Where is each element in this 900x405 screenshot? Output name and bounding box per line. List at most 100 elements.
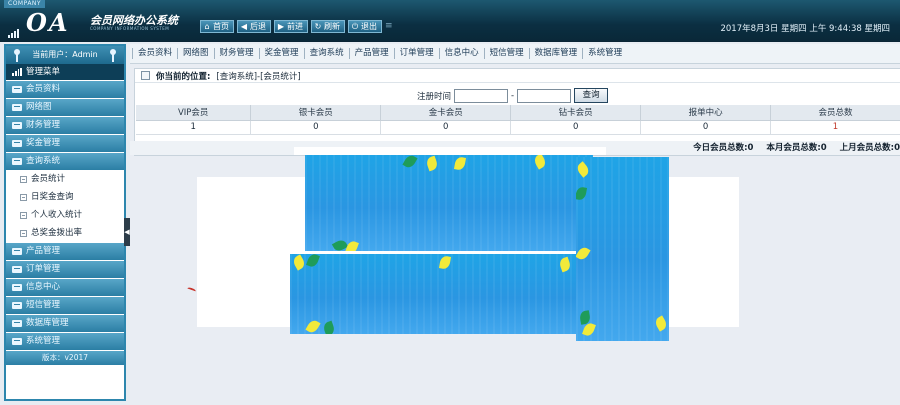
folder-icon xyxy=(12,86,22,93)
menu-item-orders[interactable]: 订单管理 xyxy=(6,261,124,278)
summary-last-month: 上月会员总数:0 xyxy=(839,143,900,153)
menu-item-query-system[interactable]: 查询系统 xyxy=(6,153,124,170)
version-label: 版本：v2017 xyxy=(6,351,124,365)
forward-button[interactable]: ▶ 前进 xyxy=(274,20,308,33)
folder-icon xyxy=(12,320,22,327)
signal-bars-icon xyxy=(8,28,22,38)
column-header: 钻卡会员 xyxy=(510,105,642,121)
logout-button[interactable]: ⏻ 退出 xyxy=(348,20,382,33)
submenu-daily-bonus[interactable]: 日奖金查询 xyxy=(6,188,124,206)
logo: OA 会员网络办公系统 COMPANY INFORMATION SYSTEM xyxy=(8,8,188,38)
end-date-input[interactable] xyxy=(517,88,572,103)
table-header-row: VIP会员 银卡会员 金卡会员 钻卡会员 报单中心 会员总数 xyxy=(136,105,900,121)
document-icon xyxy=(20,175,27,183)
overlay-strip xyxy=(294,147,606,155)
column-header: 报单中心 xyxy=(640,105,772,121)
forward-label: 前进 xyxy=(287,22,303,31)
home-icon: ⌂ xyxy=(204,21,210,31)
company-tag: COMPANY xyxy=(4,0,46,8)
menu-item-network-chart[interactable]: 网络图 xyxy=(6,99,124,116)
menu-title: 管理菜单 xyxy=(26,67,61,77)
menu-lines-icon: ≡ xyxy=(385,21,393,31)
column-header: 会员总数 xyxy=(770,105,900,121)
tab-orders[interactable]: 订单管理 xyxy=(393,48,439,59)
refresh-button[interactable]: ↻ 刷新 xyxy=(311,20,345,33)
document-icon xyxy=(20,193,27,201)
tab-database[interactable]: 数据库管理 xyxy=(528,48,583,59)
query-button[interactable]: 查询 xyxy=(574,88,609,103)
table-cell-total: 1 xyxy=(770,120,900,135)
submenu-payout-rate[interactable]: 总奖金拨出率 xyxy=(6,224,124,242)
location-label: 你当前的位置: xyxy=(156,71,211,82)
tab-member-info[interactable]: 会员资料 xyxy=(132,48,177,59)
document-icon xyxy=(20,229,27,237)
column-header: 金卡会员 xyxy=(380,105,512,121)
folder-icon xyxy=(12,338,22,345)
leaf-icon xyxy=(576,186,588,201)
leaf-icon xyxy=(402,155,418,170)
leaf-icon xyxy=(653,315,669,332)
folder-icon xyxy=(12,140,22,147)
menu-item-label: 查询系统 xyxy=(26,156,61,166)
column-header: 银卡会员 xyxy=(250,105,382,121)
leaf-icon xyxy=(291,254,307,271)
tab-bonus[interactable]: 奖金管理 xyxy=(258,48,304,59)
submenu-income-stats[interactable]: 个人收入统计 xyxy=(6,206,124,224)
date-filter: 注册时间 - 查询 xyxy=(417,88,609,103)
leaf-icon xyxy=(425,155,439,172)
menu-item-database[interactable]: 数据库管理 xyxy=(6,315,124,332)
tab-products[interactable]: 产品管理 xyxy=(348,48,394,59)
home-button[interactable]: ⌂ 首页 xyxy=(200,20,234,33)
menu-title-bar: 管理菜单 xyxy=(6,64,124,80)
pin-icon xyxy=(13,49,21,63)
back-button[interactable]: ◀ 后退 xyxy=(237,20,271,33)
bars-icon xyxy=(12,68,22,76)
summary-today: 今日会员总数:0 xyxy=(693,143,754,153)
leaf-icon xyxy=(576,245,591,262)
tab-finance[interactable]: 财务管理 xyxy=(213,48,259,59)
menu-item-products[interactable]: 产品管理 xyxy=(6,243,124,260)
menu-item-label: 短信管理 xyxy=(26,300,61,310)
folder-icon xyxy=(12,302,22,309)
power-icon: ⏻ xyxy=(351,21,359,31)
leaf-icon xyxy=(438,255,452,270)
menu-item-member-info[interactable]: 会员资料 xyxy=(6,81,124,98)
tab-network-chart[interactable]: 网络图 xyxy=(177,48,214,59)
menu-item-label: 会员资料 xyxy=(26,84,61,94)
menu-item-label: 信息中心 xyxy=(26,282,61,292)
table-cell: 0 xyxy=(250,120,382,135)
folder-icon xyxy=(12,248,22,255)
back-icon: ◀ xyxy=(240,21,248,31)
tab-system[interactable]: 系统管理 xyxy=(582,48,627,59)
left-menu-panel: 当前用户：Admin 管理菜单 会员资料 网络图 财务管理 奖金管理 查询系统 … xyxy=(4,44,126,401)
start-date-input[interactable] xyxy=(454,88,509,103)
leaf-banner-image xyxy=(305,155,593,251)
menu-item-bonus[interactable]: 奖金管理 xyxy=(6,135,124,152)
menu-item-sms[interactable]: 短信管理 xyxy=(6,297,124,314)
table-cell: 0 xyxy=(380,120,512,135)
member-stats-table: VIP会员 银卡会员 金卡会员 钻卡会员 报单中心 会员总数 1 0 0 0 0… xyxy=(136,105,900,135)
datetime-display: 2017年8月3日 星期四 上午 9:44:38 星期四 xyxy=(720,24,890,34)
table-cell: 0 xyxy=(510,120,642,135)
menu-item-label: 网络图 xyxy=(26,102,52,112)
tab-sms[interactable]: 短信管理 xyxy=(483,48,529,59)
table-cell: 0 xyxy=(640,120,772,135)
folder-icon xyxy=(12,266,22,273)
pin-icon xyxy=(109,49,117,63)
leaf-icon xyxy=(305,318,321,334)
back-label: 后退 xyxy=(250,22,266,31)
leaf-icon xyxy=(306,254,320,269)
leaf-banner-image xyxy=(290,254,576,334)
table-cell: 1 xyxy=(136,120,252,135)
location-path: [查询系统]-[会员统计] xyxy=(216,71,301,82)
folder-icon xyxy=(12,104,22,111)
current-user-bar: 当前用户：Admin xyxy=(6,46,124,64)
tab-info-center[interactable]: 信息中心 xyxy=(438,48,484,59)
menu-item-system[interactable]: 系统管理 xyxy=(6,333,124,350)
menu-item-finance[interactable]: 财务管理 xyxy=(6,117,124,134)
tab-query-system[interactable]: 查询系统 xyxy=(303,48,349,59)
breadcrumb: 你当前的位置: [查询系统]-[会员统计] xyxy=(135,69,900,83)
leaf-icon xyxy=(532,155,548,170)
submenu-member-stats[interactable]: 会员统计 xyxy=(6,170,124,188)
menu-item-info-center[interactable]: 信息中心 xyxy=(6,279,124,296)
